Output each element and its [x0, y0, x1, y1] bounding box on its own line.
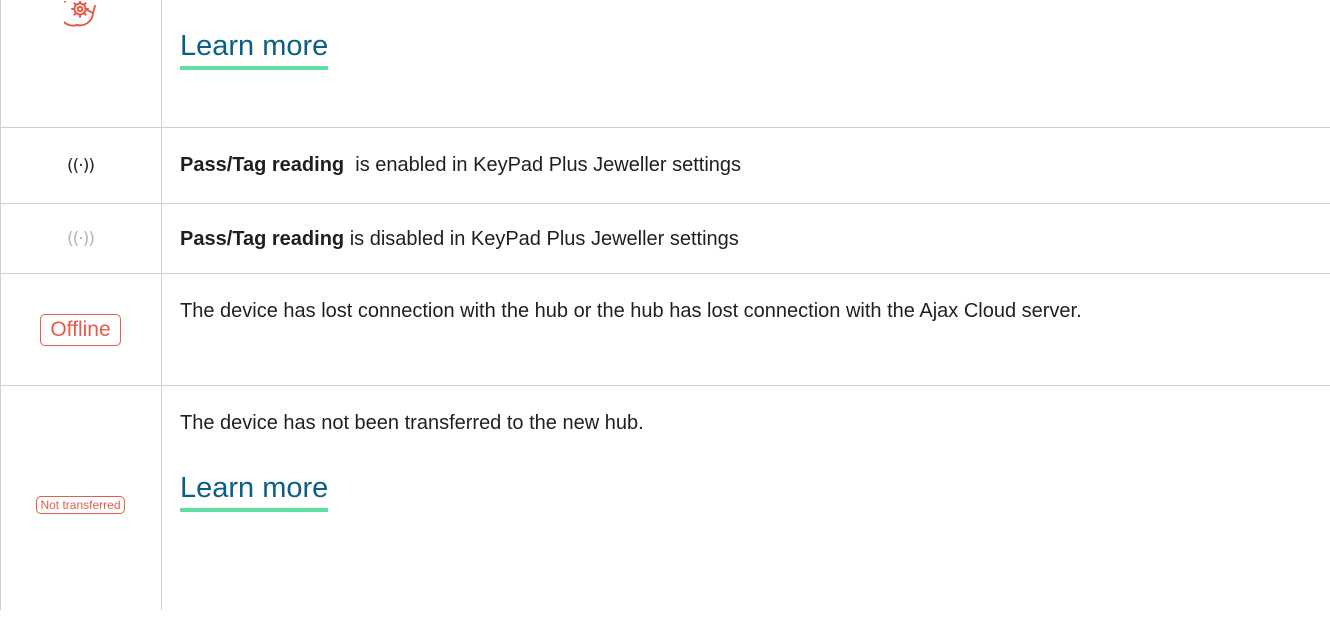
- text-cell: Pass/Tag reading is enabled in KeyPad Pl…: [180, 148, 1310, 182]
- table-row: Not transferred The device has not been …: [0, 386, 1330, 610]
- status-table: Learn more ((·)) Pass/Tag reading is ena…: [0, 0, 1330, 610]
- text-cell: Learn more: [180, 28, 1310, 70]
- link-wrapper: Learn more: [180, 470, 1310, 512]
- status-description: The device has not been transferred to t…: [180, 412, 644, 434]
- text-cell: The device has not been transferred to t…: [180, 406, 1310, 512]
- status-description: The device has lost connection with the …: [180, 300, 1082, 322]
- icon-cell: Not transferred: [0, 386, 161, 624]
- text-cell: The device has lost connection with the …: [180, 294, 1120, 328]
- learn-more-link[interactable]: Learn more: [180, 28, 329, 70]
- setting-name: Pass/Tag reading: [180, 228, 345, 250]
- icon-cell: ((·)): [0, 128, 161, 203]
- radio-waves-disabled-icon: ((·)): [67, 228, 95, 249]
- table-row: Offline The device has lost connection w…: [0, 274, 1330, 385]
- table-row: ((·)) Pass/Tag reading is enabled in Key…: [0, 128, 1330, 203]
- offline-badge: Offline: [40, 313, 121, 346]
- gear-refresh-icon: [63, 1, 96, 27]
- not-transferred-badge: Not transferred: [36, 496, 125, 514]
- table-row: ((·)) Pass/Tag reading is disabled in Ke…: [0, 204, 1330, 273]
- table-row: Learn more: [0, 0, 1330, 127]
- status-description: is disabled in KeyPad Plus Jeweller sett…: [344, 228, 739, 250]
- learn-more-link[interactable]: Learn more: [180, 470, 329, 512]
- icon-cell: Offline: [0, 274, 161, 385]
- icon-cell: ((·)): [0, 204, 161, 273]
- text-cell: Pass/Tag reading is disabled in KeyPad P…: [180, 222, 1310, 256]
- radio-waves-icon: ((·)): [67, 155, 95, 176]
- status-description: is enabled in KeyPad Plus Jeweller setti…: [344, 154, 742, 176]
- setting-name: Pass/Tag reading: [180, 154, 345, 176]
- icon-cell: [0, 0, 161, 40]
